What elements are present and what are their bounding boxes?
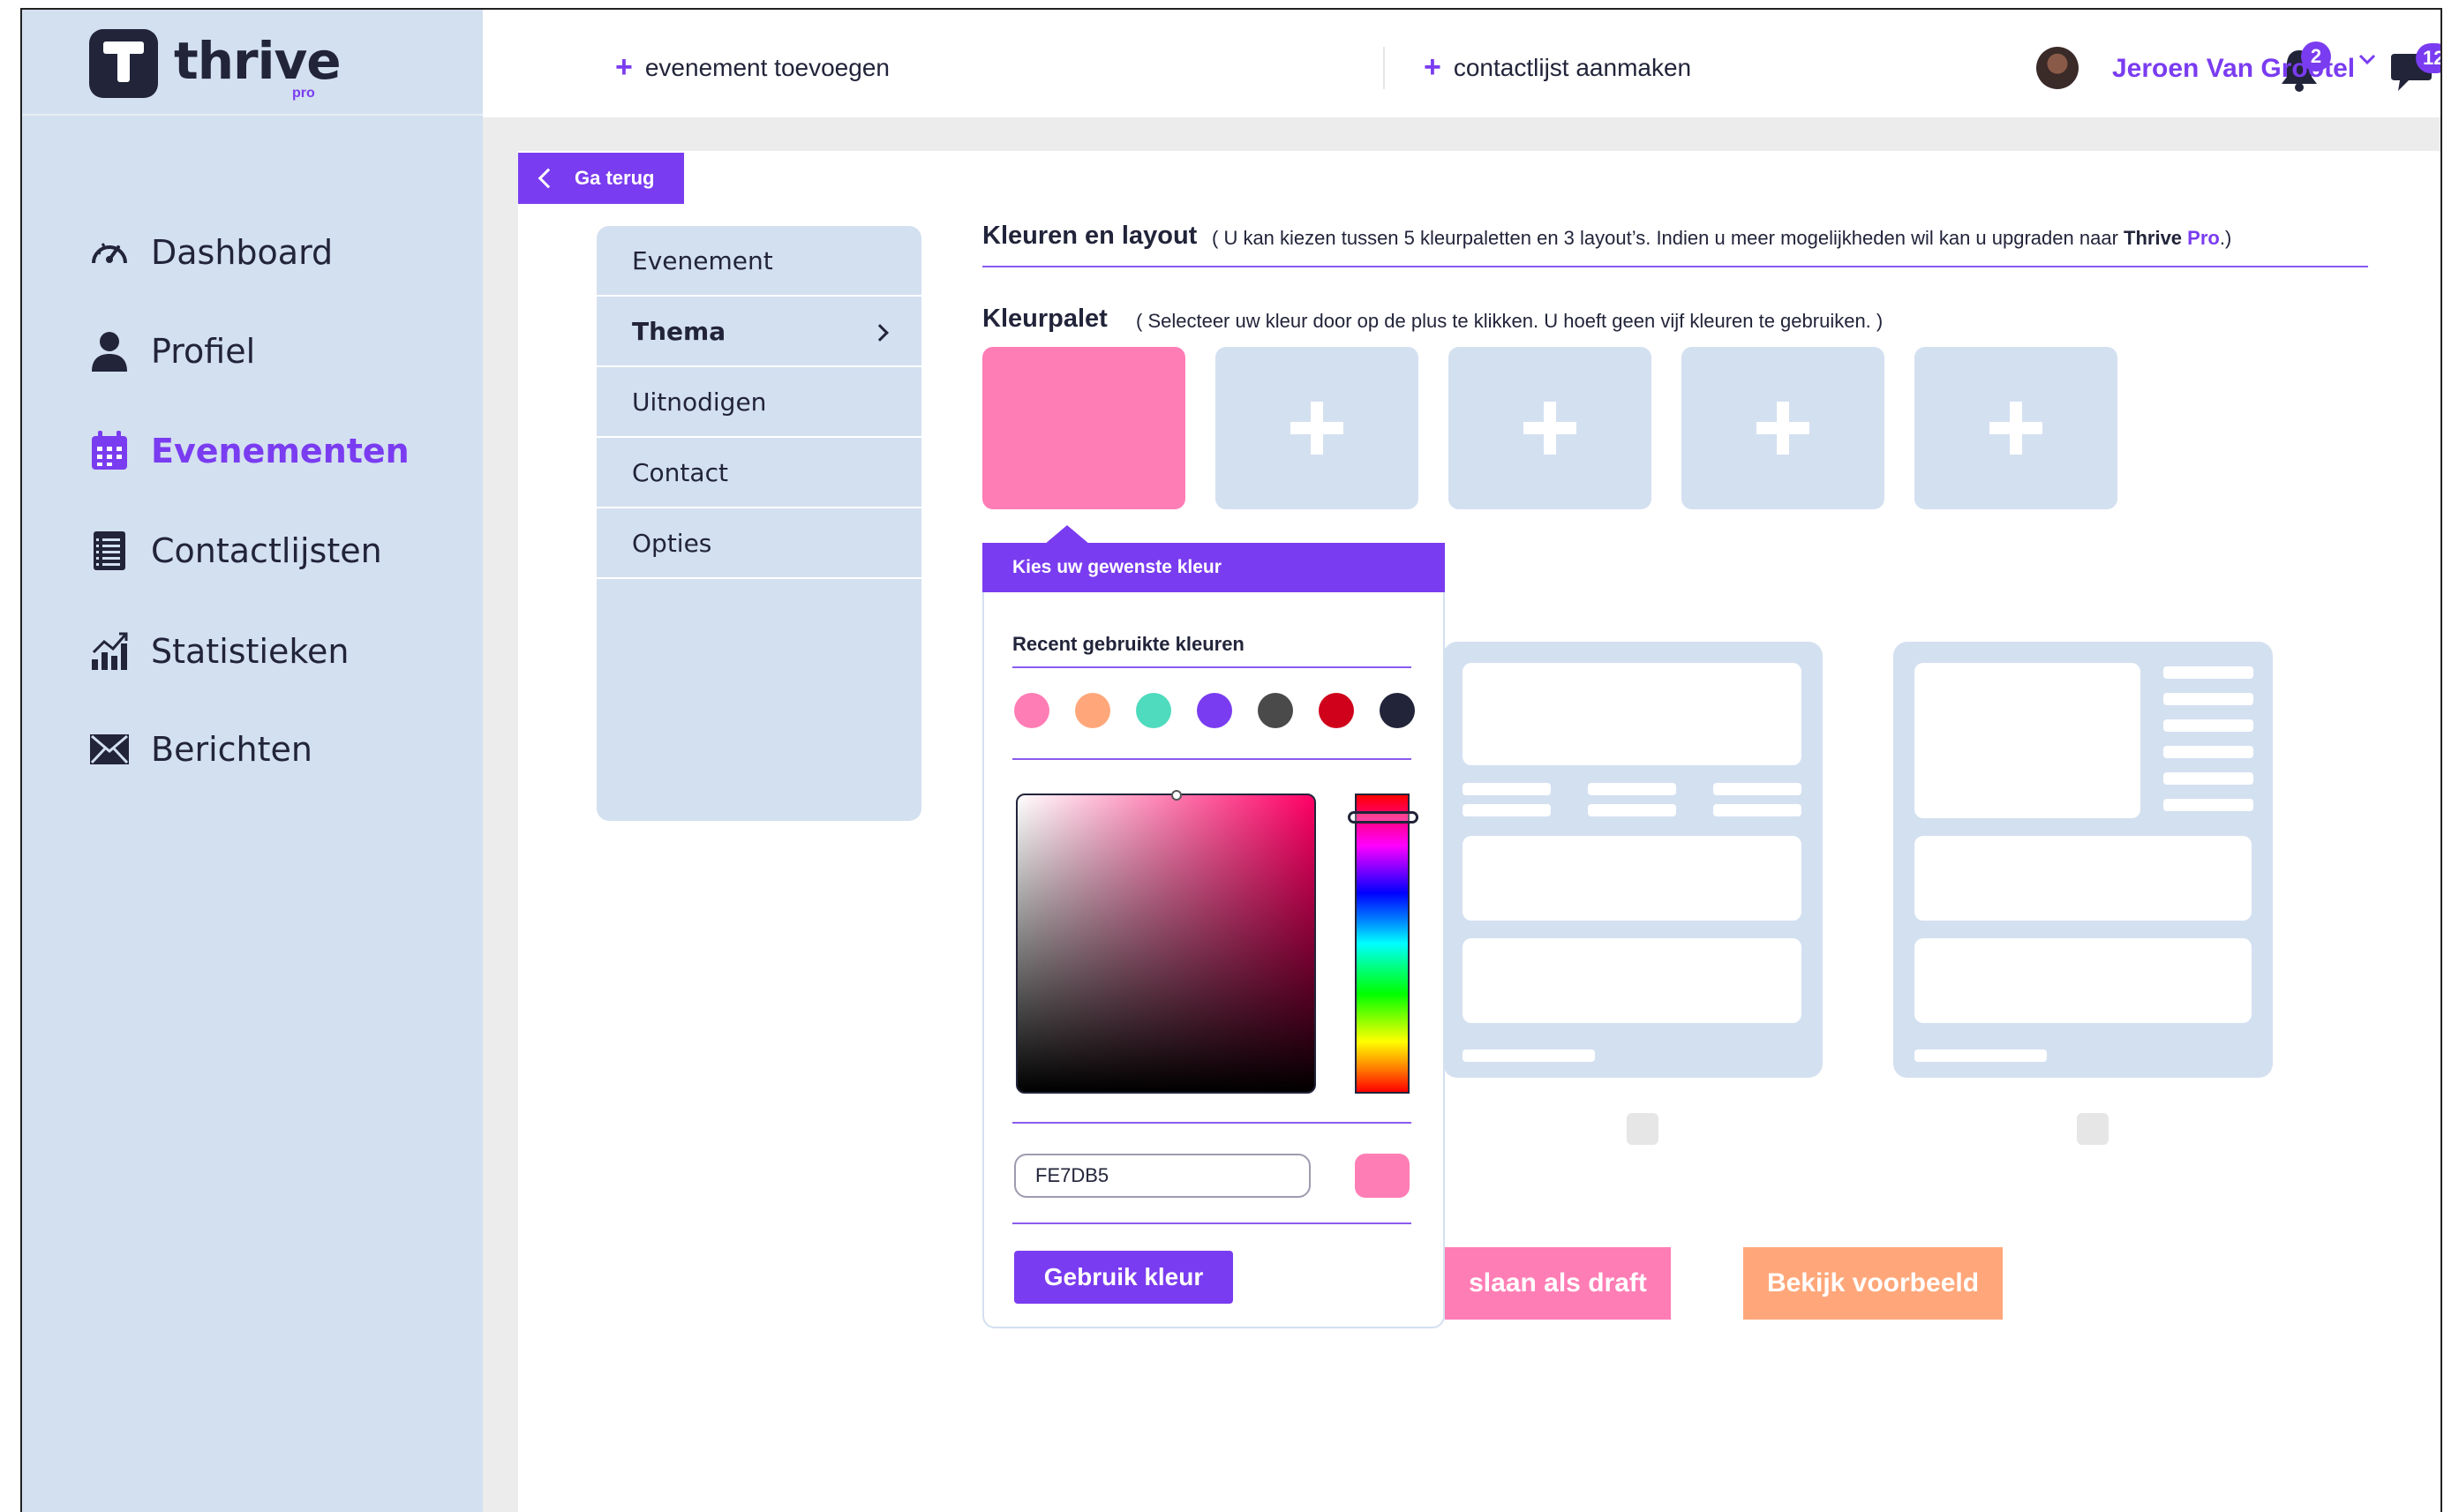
topbar: + evenement toevoegen + contactlijst aan…	[483, 10, 2440, 116]
colors-sub-pro: Pro	[2187, 227, 2220, 249]
color-picker-popup: Kies uw gewenste kleur Recent gebruikte …	[982, 543, 1445, 1328]
layout-option-3[interactable]	[1893, 642, 2273, 1078]
plus-icon: +	[615, 50, 633, 84]
sidebar-item-profiel[interactable]: Profiel	[89, 325, 255, 378]
sv-handle[interactable]	[1171, 790, 1182, 801]
messages-badge: 12	[2416, 43, 2440, 73]
preview-button[interactable]: Bekijk voorbeeld	[1743, 1247, 2003, 1320]
recent-color-swatch[interactable]	[1380, 693, 1415, 728]
sidebar-item-label: Contactlijsten	[151, 531, 382, 570]
add-event-button[interactable]: + evenement toevoegen	[615, 50, 890, 85]
logo-area: thrive pro	[22, 10, 483, 116]
picker-pointer	[1044, 525, 1090, 545]
recent-color-swatch[interactable]	[1014, 693, 1049, 728]
section-title-colors: Kleuren en layout	[982, 222, 1198, 250]
sidebar-item-label: Profiel	[151, 332, 256, 371]
list-icon	[89, 530, 130, 571]
divider	[1383, 47, 1385, 89]
palette-swatch-add[interactable]	[1914, 347, 2117, 509]
brand-sub: pro	[292, 86, 315, 101]
layout-checkbox-2[interactable]	[1627, 1113, 1658, 1145]
recent-color-swatch[interactable]	[1136, 693, 1171, 728]
sidebar-item-berichten[interactable]: Berichten	[89, 723, 312, 776]
layout-option-2[interactable]	[1443, 642, 1823, 1078]
save-draft-button[interactable]: slaan als draft	[1445, 1247, 1671, 1320]
palette-swatch-add[interactable]	[1215, 347, 1418, 509]
sidebar-item-label: Dashboard	[151, 233, 334, 272]
submenu-item-contact[interactable]: Contact	[597, 438, 921, 508]
layout-checkbox-3[interactable]	[2077, 1113, 2109, 1145]
calendar-icon	[89, 431, 130, 471]
divider	[1012, 1222, 1411, 1224]
brand-name: thrive	[174, 31, 342, 91]
divider	[1012, 758, 1411, 760]
chevron-right-icon	[871, 324, 889, 342]
section-subtitle-palette: ( Selecteer uw kleur door op de plus te …	[1136, 310, 1884, 332]
submenu-item-uitnodigen[interactable]: Uitnodigen	[597, 367, 921, 438]
back-button-label: Ga terug	[575, 167, 655, 189]
recent-color-swatch[interactable]	[1075, 693, 1110, 728]
chevron-left-icon	[538, 168, 559, 189]
colors-sub-suffix: .)	[2219, 227, 2232, 249]
recent-color-swatch[interactable]	[1319, 693, 1354, 728]
submenu-item-label: Contact	[632, 457, 728, 487]
section-title-palette: Kleurpalet	[982, 305, 1108, 333]
recent-color-swatch[interactable]	[1197, 693, 1232, 728]
divider	[1012, 1122, 1411, 1124]
color-preview	[1355, 1154, 1410, 1198]
submenu-item-label: Thema	[632, 316, 726, 346]
palette-swatch-add[interactable]	[1448, 347, 1651, 509]
submenu-item-opties[interactable]: Opties	[597, 508, 921, 579]
sidebar-item-evenementen[interactable]: Evenementen	[89, 425, 410, 478]
toolbar-strip	[483, 117, 2440, 151]
sidebar-item-contactlijsten[interactable]: Contactlijsten	[89, 524, 382, 577]
submenu-item-label: Opties	[632, 528, 712, 558]
chart-icon	[89, 631, 130, 672]
sidebar: thrive pro Dashboard Profiel Evenementen	[22, 10, 483, 1512]
sidebar-item-label: Statistieken	[151, 632, 350, 671]
recent-color-swatch[interactable]	[1258, 693, 1293, 728]
add-contactlist-button[interactable]: + contactlijst aanmaken	[1424, 50, 1691, 85]
plus-icon: +	[1424, 50, 1441, 84]
sidebar-item-statistieken[interactable]: Statistieken	[89, 625, 350, 678]
hex-input[interactable]	[1014, 1154, 1311, 1198]
hue-handle[interactable]	[1348, 811, 1418, 824]
submenu-item-label: Uitnodigen	[632, 387, 767, 417]
use-color-button[interactable]: Gebruik kleur	[1014, 1251, 1233, 1304]
divider	[982, 266, 2368, 267]
submenu-item-label: Evenement	[632, 245, 773, 275]
user-icon	[89, 331, 130, 372]
messages-button[interactable]: 12	[2389, 43, 2440, 94]
avatar[interactable]	[2036, 47, 2079, 89]
palette-swatch-add[interactable]	[1681, 347, 1884, 509]
event-submenu: Evenement Thema Uitnodigen Contact Optie…	[597, 226, 921, 821]
sidebar-item-label: Berichten	[151, 730, 312, 769]
saturation-value-area[interactable]	[1016, 790, 1316, 1094]
hue-slider[interactable]	[1348, 794, 1418, 1094]
add-contactlist-label: contactlijst aanmaken	[1453, 53, 1692, 81]
color-picker-title: Kies uw gewenste kleur	[982, 543, 1445, 592]
colors-sub-brand: Thrive	[2124, 227, 2183, 249]
content-gutter	[483, 117, 518, 1512]
recent-colors-label: Recent gebruikte kleuren	[1012, 633, 1245, 655]
user-name[interactable]: Jeroen Van Grootel	[2112, 54, 2355, 84]
colors-sub-text: ( U kan kiezen tussen 5 kleurpaletten en…	[1212, 227, 2124, 249]
add-event-label: evenement toevoegen	[644, 53, 890, 81]
section-subtitle-colors: ( U kan kiezen tussen 5 kleurpaletten en…	[1212, 227, 2231, 250]
submenu-item-thema[interactable]: Thema	[597, 297, 921, 367]
logo-icon	[89, 29, 158, 98]
divider	[1012, 666, 1411, 668]
palette-swatch-selected[interactable]	[982, 347, 1185, 509]
gauge-icon	[89, 232, 130, 273]
envelope-icon	[89, 729, 130, 770]
submenu-item-evenement[interactable]: Evenement	[597, 226, 921, 297]
app-frame: thrive pro Dashboard Profiel Evenementen	[20, 8, 2442, 1512]
sidebar-item-dashboard[interactable]: Dashboard	[89, 226, 333, 279]
chevron-down-icon[interactable]	[2358, 52, 2377, 71]
back-button[interactable]: Ga terug	[518, 153, 684, 204]
sidebar-item-label: Evenementen	[151, 432, 410, 470]
